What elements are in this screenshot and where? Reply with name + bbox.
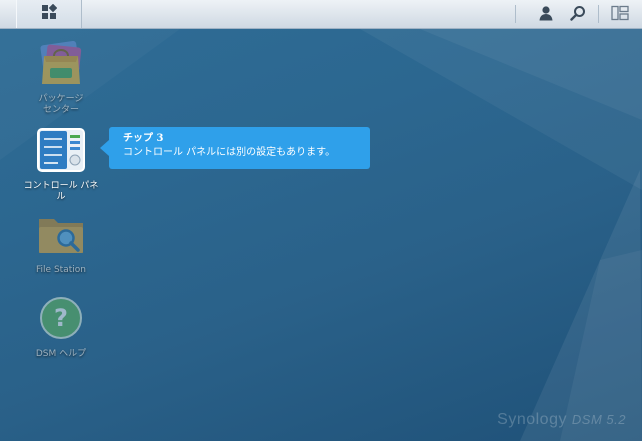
- widgets-button[interactable]: [610, 5, 630, 25]
- desktop: パッケージ センター コントロール パネル File Station ? DSM…: [0, 0, 642, 441]
- search-icon: [570, 5, 586, 25]
- brand-name: Synology: [497, 411, 567, 428]
- desktop-app-dsm-help[interactable]: ? DSM ヘルプ: [21, 295, 101, 360]
- control-panel-icon: [36, 127, 86, 177]
- package-center-icon: [36, 40, 86, 90]
- app-label: コントロール パネル: [23, 181, 99, 202]
- desktop-app-file-station[interactable]: File Station: [21, 211, 101, 276]
- app-label: File Station: [36, 265, 86, 275]
- svg-text:?: ?: [54, 304, 68, 332]
- tooltip-body: コントロール パネルには別の設定もあります。: [123, 147, 336, 158]
- user-icon: [538, 5, 554, 25]
- widgets-icon: [611, 5, 629, 25]
- user-button[interactable]: [536, 5, 556, 25]
- brand-version: DSM 5.2: [571, 412, 626, 427]
- tooltip-title: チップ 3: [123, 133, 164, 144]
- desktop-app-control-panel[interactable]: コントロール パネル: [21, 127, 101, 203]
- grid-icon: [41, 3, 58, 24]
- taskbar-separator: [515, 5, 516, 23]
- desktop-app-package-center[interactable]: パッケージ センター: [21, 40, 101, 116]
- main-menu-button[interactable]: [16, 0, 82, 28]
- help-icon: ?: [36, 295, 86, 345]
- taskbar: [0, 0, 642, 29]
- app-label: パッケージ センター: [38, 94, 84, 115]
- search-button[interactable]: [568, 5, 588, 25]
- app-label: DSM ヘルプ: [35, 349, 87, 359]
- taskbar-separator: [598, 5, 599, 23]
- synology-watermark: Synology DSM 5.2: [497, 411, 626, 429]
- file-station-icon: [36, 211, 86, 261]
- tip-tooltip: チップ 3 コントロール パネルには別の設定もあります。: [100, 127, 370, 169]
